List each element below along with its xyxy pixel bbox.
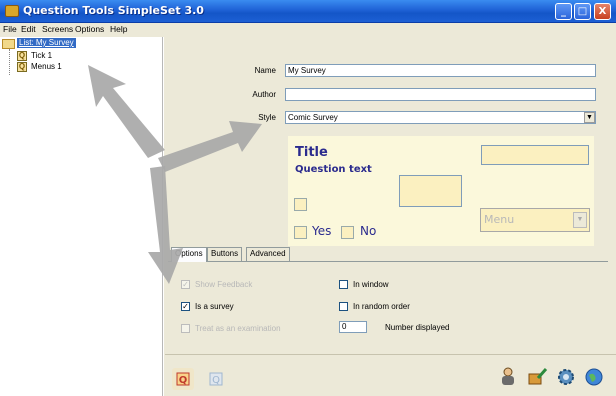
author-label: Author <box>252 90 276 99</box>
author-field[interactable] <box>285 88 596 101</box>
preview-yes-label: Yes <box>312 224 332 238</box>
question-icon: Q <box>17 62 27 72</box>
disabled-question-icon[interactable]: Q <box>205 368 227 390</box>
preview-no-label: No <box>360 224 377 238</box>
tree-item-tick-1[interactable]: Tick 1 <box>31 51 52 60</box>
in-window-label: In window <box>353 280 389 289</box>
preview-menu-arrow: ▼ <box>573 212 587 228</box>
style-dropdown-arrow[interactable]: ▼ <box>584 112 595 123</box>
menu-screens[interactable]: Screens <box>42 24 73 34</box>
in-random-order-label: In random order <box>353 302 410 311</box>
tree-item-menus-1[interactable]: Menus 1 <box>31 62 62 71</box>
question-icon[interactable]: Q <box>172 368 194 390</box>
style-select[interactable]: Comic Survey <box>285 111 596 124</box>
tree-panel <box>0 37 163 396</box>
preview-no-checkbox <box>341 226 354 239</box>
name-label: Name <box>254 66 276 75</box>
svg-text:Q: Q <box>179 375 188 386</box>
tab-divider <box>168 261 608 262</box>
question-icon: Q <box>17 51 27 61</box>
style-label: Style <box>258 113 276 122</box>
menu-help[interactable]: Help <box>110 24 127 34</box>
show-feedback-label: Show Feedback <box>195 280 253 289</box>
show-feedback-checkbox[interactable]: ✓ <box>181 280 190 289</box>
preview-text-box <box>481 145 589 165</box>
close-button[interactable]: X <box>594 3 611 20</box>
minimize-button[interactable]: _ <box>555 3 572 20</box>
paintbrush-icon[interactable] <box>526 366 548 388</box>
is-a-survey-checkbox[interactable]: ✓ <box>181 302 190 311</box>
treat-as-exam-label: Treat as an examination <box>195 324 281 333</box>
preview-title: Title <box>295 145 328 160</box>
app-icon <box>5 5 19 17</box>
menu-edit[interactable]: Edit <box>21 24 36 34</box>
preview-yes-checkbox <box>294 226 307 239</box>
globe-icon[interactable] <box>583 366 605 388</box>
tab-advanced[interactable]: Advanced <box>246 247 290 261</box>
menu-file[interactable]: File <box>3 24 17 34</box>
maximize-button[interactable]: □ <box>574 3 591 20</box>
treat-as-exam-checkbox[interactable] <box>181 324 190 333</box>
is-a-survey-label: Is a survey <box>195 302 234 311</box>
tree-connector <box>9 49 10 75</box>
number-displayed-label: Number displayed <box>385 323 450 332</box>
gear-icon[interactable] <box>555 366 577 388</box>
in-window-checkbox[interactable] <box>339 280 348 289</box>
folder-icon <box>2 39 15 49</box>
name-field[interactable]: My Survey <box>285 64 596 77</box>
preview-answer-box <box>399 175 462 207</box>
preview-question-text: Question text <box>295 164 372 175</box>
in-random-order-checkbox[interactable] <box>339 302 348 311</box>
menu-options[interactable]: Options <box>75 24 104 34</box>
tree-root[interactable]: List: My Survey <box>17 38 76 48</box>
window-title: Question Tools SimpleSet 3.0 <box>23 4 204 17</box>
number-displayed-input[interactable]: 0 <box>339 321 367 333</box>
toolbar-separator <box>165 354 616 355</box>
tab-options[interactable]: Options <box>171 247 207 262</box>
people-icon[interactable] <box>497 366 519 388</box>
svg-text:Q: Q <box>212 375 220 386</box>
preview-checkbox <box>294 198 307 211</box>
tab-buttons[interactable]: Buttons <box>207 247 243 261</box>
